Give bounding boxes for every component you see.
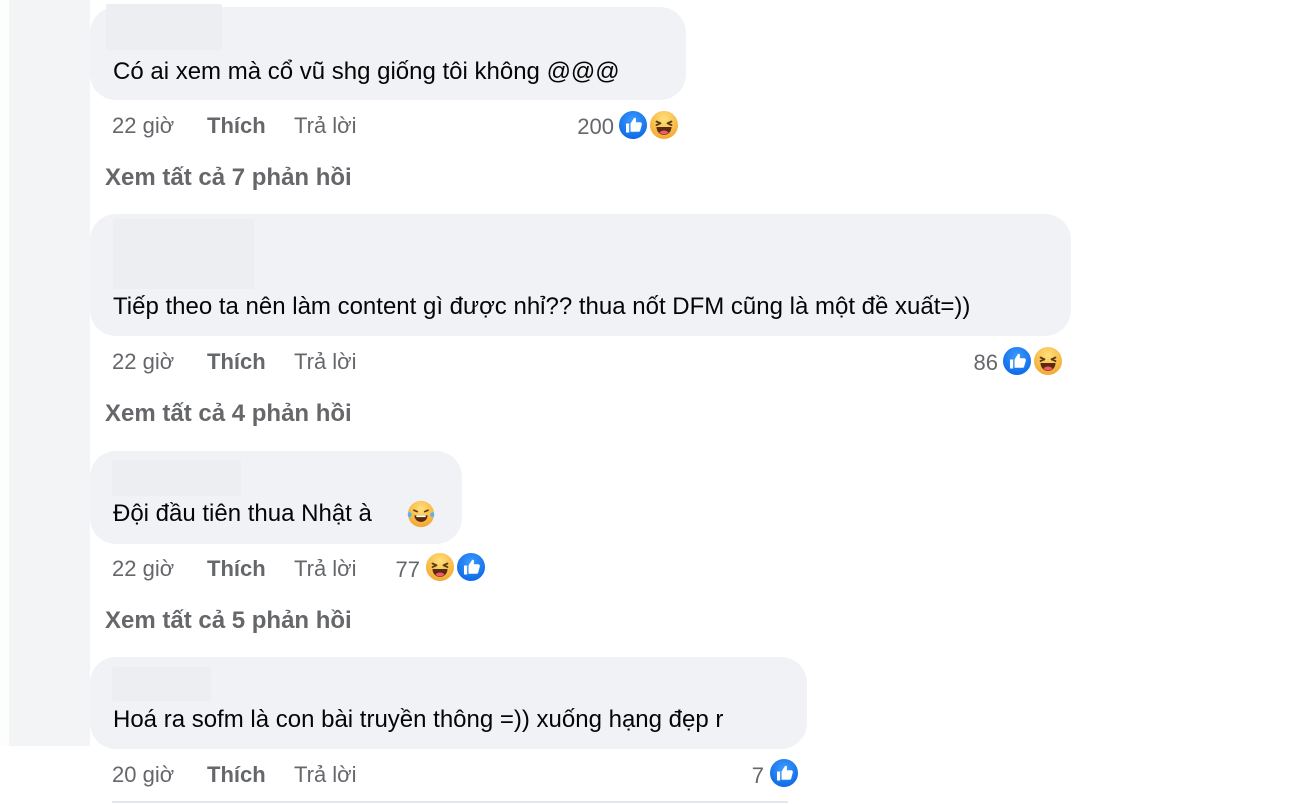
comment-time[interactable]: 20 giờ: [112, 762, 174, 788]
comment-text: Hoá ra sofm là con bài truyền thông =)) …: [113, 706, 724, 733]
like-icon: [455, 551, 487, 583]
comment-bubble: Đội đầu tiên thua Nhật à: [90, 451, 462, 544]
comment-text: Có ai xem mà cổ vũ shg giống tôi không @…: [113, 58, 620, 85]
view-replies-link[interactable]: Xem tất cả 5 phản hồi: [105, 607, 352, 635]
haha-icon: [424, 551, 456, 583]
like-icon: [768, 757, 800, 789]
comment-time[interactable]: 22 giờ: [112, 113, 174, 139]
haha-icon: [648, 109, 680, 141]
like-icon: [1001, 345, 1033, 377]
author-name-redacted: [113, 219, 254, 289]
reply-button[interactable]: Trả lời: [294, 349, 357, 375]
comment-bubble: Tiếp theo ta nên làm content gì được nhỉ…: [90, 214, 1071, 336]
reply-button[interactable]: Trả lời: [294, 762, 357, 788]
view-replies-link[interactable]: Xem tất cả 4 phản hồi: [105, 400, 352, 428]
author-name-redacted: [112, 460, 241, 496]
author-name-redacted: [112, 667, 211, 701]
divider: [112, 801, 788, 803]
reply-button[interactable]: Trả lời: [294, 113, 357, 139]
comment-time[interactable]: 22 giờ: [112, 349, 174, 375]
reaction-count[interactable]: 200: [534, 114, 614, 140]
reaction-count[interactable]: 77: [340, 557, 420, 583]
avatar-column: [9, 0, 90, 746]
like-button[interactable]: Thích: [207, 762, 266, 788]
like-button[interactable]: Thích: [207, 113, 266, 139]
comment-time[interactable]: 22 giờ: [112, 556, 174, 582]
laugh-tears-icon: [406, 499, 436, 529]
like-button[interactable]: Thích: [207, 349, 266, 375]
comment-text: Đội đầu tiên thua Nhật à: [113, 500, 372, 527]
reaction-count[interactable]: 7: [684, 763, 764, 789]
like-button[interactable]: Thích: [207, 556, 266, 582]
comment-bubble: Có ai xem mà cổ vũ shg giống tôi không @…: [90, 4, 686, 100]
like-icon: [617, 109, 649, 141]
comment-bubble: Hoá ra sofm là con bài truyền thông =)) …: [90, 657, 807, 749]
reaction-count[interactable]: 86: [918, 350, 998, 376]
comment-text: Tiếp theo ta nên làm content gì được nhỉ…: [113, 293, 971, 320]
view-replies-link[interactable]: Xem tất cả 7 phản hồi: [105, 164, 352, 192]
author-name-redacted: [106, 4, 222, 50]
haha-icon: [1032, 345, 1064, 377]
page-edge: [0, 0, 9, 746]
